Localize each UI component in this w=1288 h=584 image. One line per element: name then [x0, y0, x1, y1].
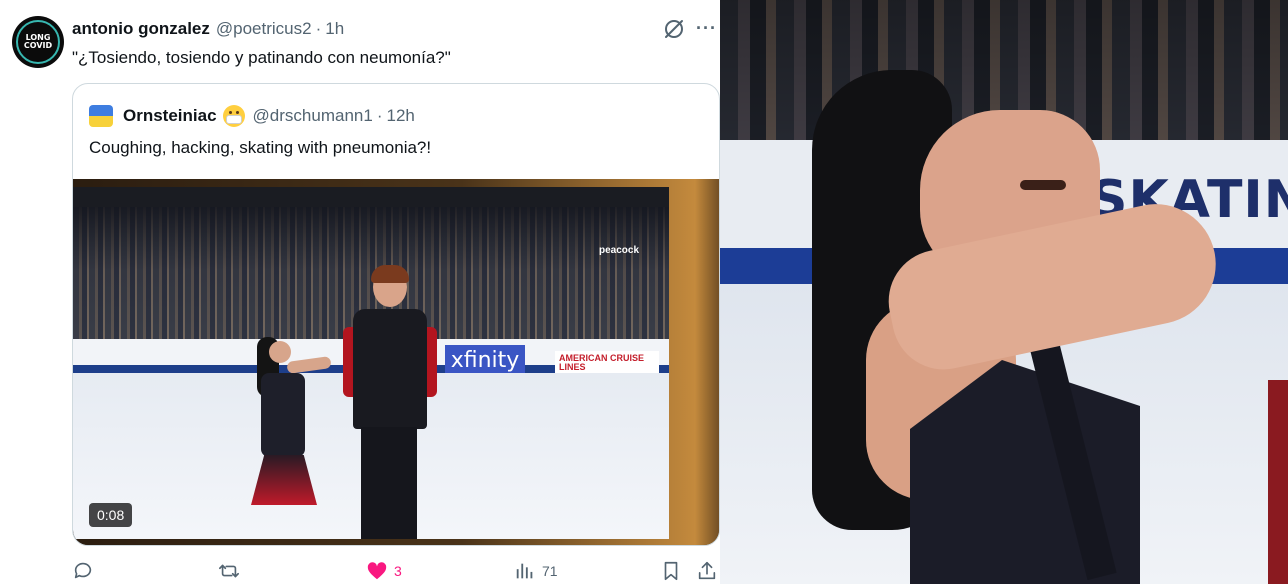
quoted-author-name[interactable]: Ornsteiniac	[123, 106, 217, 126]
bookmark-icon	[664, 561, 678, 581]
separator-dot: ·	[376, 106, 383, 125]
share-icon	[698, 561, 716, 580]
zoomed-video-still: SKATING C	[720, 0, 1288, 584]
bookmark-button[interactable]	[660, 558, 682, 584]
cruise-board-ad: AMERICAN CRUISE LINES	[555, 351, 659, 375]
quoted-tweet-text: Coughing, hacking, skating with pneumoni…	[89, 138, 432, 157]
video-player[interactable]: xfinity AMERICAN CRUISE LINES peacock 0:…	[73, 179, 719, 545]
skater-man	[335, 265, 445, 539]
partner-red-sleeve	[1268, 380, 1288, 584]
avatar-text-line2: COVID	[23, 41, 53, 50]
reply-icon	[74, 562, 92, 579]
quoted-tweet-header: Ornsteiniac @drschumann1 · 12h	[89, 104, 415, 128]
views-icon	[516, 563, 533, 579]
author-name[interactable]: antonio gonzalez	[72, 19, 210, 39]
heart-icon	[367, 562, 387, 580]
views-button[interactable]: 71	[514, 558, 558, 584]
like-count: 3	[394, 563, 402, 579]
quoted-author-handle[interactable]: @drschumann1	[253, 106, 373, 126]
view-count: 71	[542, 563, 558, 579]
video-duration-badge: 0:08	[89, 503, 133, 527]
repost-button[interactable]	[218, 558, 240, 584]
grok-icon[interactable]	[662, 17, 686, 41]
share-button[interactable]	[696, 558, 718, 584]
skater-woman	[243, 337, 333, 537]
tweet[interactable]: LONG COVID antonio gonzalez @poetricus2 …	[0, 0, 720, 584]
ukraine-flag-icon	[89, 105, 113, 127]
separator-dot: ·	[315, 19, 322, 38]
tweet-text: "¿Tosiendo, tosiendo y patinando con neu…	[72, 48, 451, 67]
quoted-tweet-card[interactable]: Ornsteiniac @drschumann1 · 12h Coughing,…	[72, 83, 720, 546]
tweet-time[interactable]: 1h	[325, 19, 344, 39]
quoted-tweet-time[interactable]: 12h	[386, 106, 414, 126]
repost-icon	[219, 564, 239, 578]
reply-button[interactable]	[72, 558, 94, 584]
action-bar: 3 71	[72, 558, 720, 584]
tweet-header: antonio gonzalez @poetricus2 · 1h	[72, 18, 344, 40]
more-options-icon[interactable]: ···	[696, 18, 720, 38]
video-frame: xfinity AMERICAN CRUISE LINES peacock	[73, 187, 669, 539]
like-button[interactable]: 3	[366, 558, 402, 584]
peacock-logo: peacock	[599, 245, 640, 256]
author-handle[interactable]: @poetricus2	[216, 19, 312, 39]
skater-eye	[1020, 180, 1066, 190]
avatar[interactable]: LONG COVID	[12, 16, 64, 68]
mask-face-emoji-icon	[222, 105, 245, 127]
